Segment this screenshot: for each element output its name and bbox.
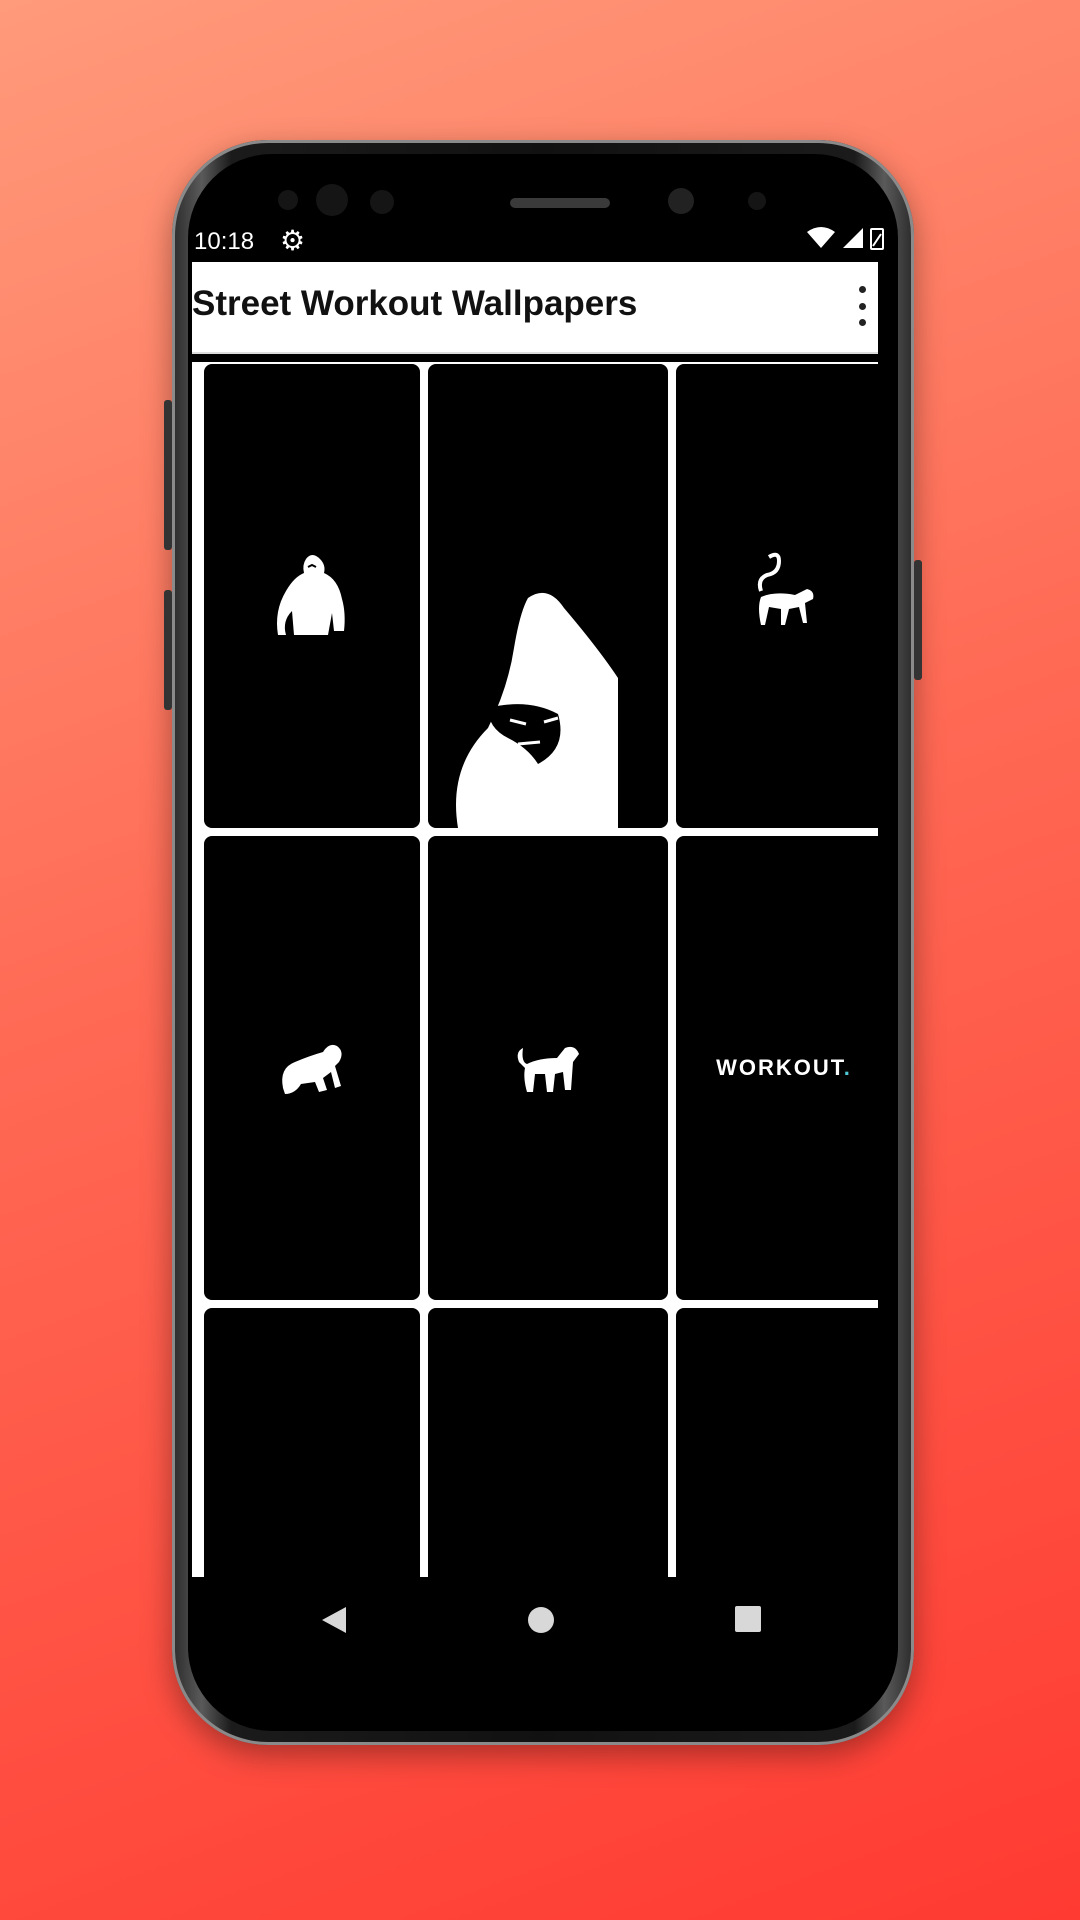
back-triangle-icon[interactable] [320,1605,348,1635]
front-camera [668,188,694,214]
status-icons [806,226,884,250]
wallpaper-tile-gorilla-standing[interactable] [204,364,420,828]
gear-icon: ⚙ [280,225,306,256]
recents-square-icon[interactable] [734,1605,762,1633]
earpiece [510,198,610,208]
wallpaper-tile-monkey-crouching[interactable] [204,836,420,1300]
gorilla-face-icon [456,592,618,828]
front-sensor [278,190,298,210]
wallpaper-tile-monkey-tail[interactable] [676,364,888,828]
baboon-icon [517,1046,579,1092]
wallpaper-tile-workout-text[interactable]: WORKOUT. [676,836,888,1300]
signal-icon [843,228,863,248]
monkey-crouching-icon [282,1044,342,1094]
app-title: Street Workout Wallpapers [192,284,638,323]
battery-icon [870,228,884,250]
workout-text-dot: . [843,1055,852,1080]
navigation-bar [192,1577,888,1672]
power-button [914,560,922,680]
wallpaper-tile-gorilla-face[interactable] [428,364,668,828]
home-circle-icon[interactable] [526,1605,556,1635]
gorilla-standing-icon [277,555,345,635]
monkey-tail-icon [757,552,814,625]
wifi-icon [807,227,835,248]
wallpaper-tile-baboon[interactable] [428,836,668,1300]
bixby-button [164,590,172,710]
device-screen: 10:18 ⚙ Street Workout Wallpapers WORKOU… [192,222,888,1672]
status-time: 10:18 [194,228,255,255]
front-sensor [316,184,348,216]
volume-button [164,400,172,550]
status-bar: 10:18 ⚙ [192,222,888,262]
wallpaper-grid: WORKOUT. [192,362,888,1672]
front-sensor [370,190,394,214]
app-bar: Street Workout Wallpapers [192,262,878,354]
overflow-menu-icon[interactable] [854,286,870,326]
workout-text-label: WORKOUT. [716,1055,852,1080]
front-sensor [748,192,766,210]
